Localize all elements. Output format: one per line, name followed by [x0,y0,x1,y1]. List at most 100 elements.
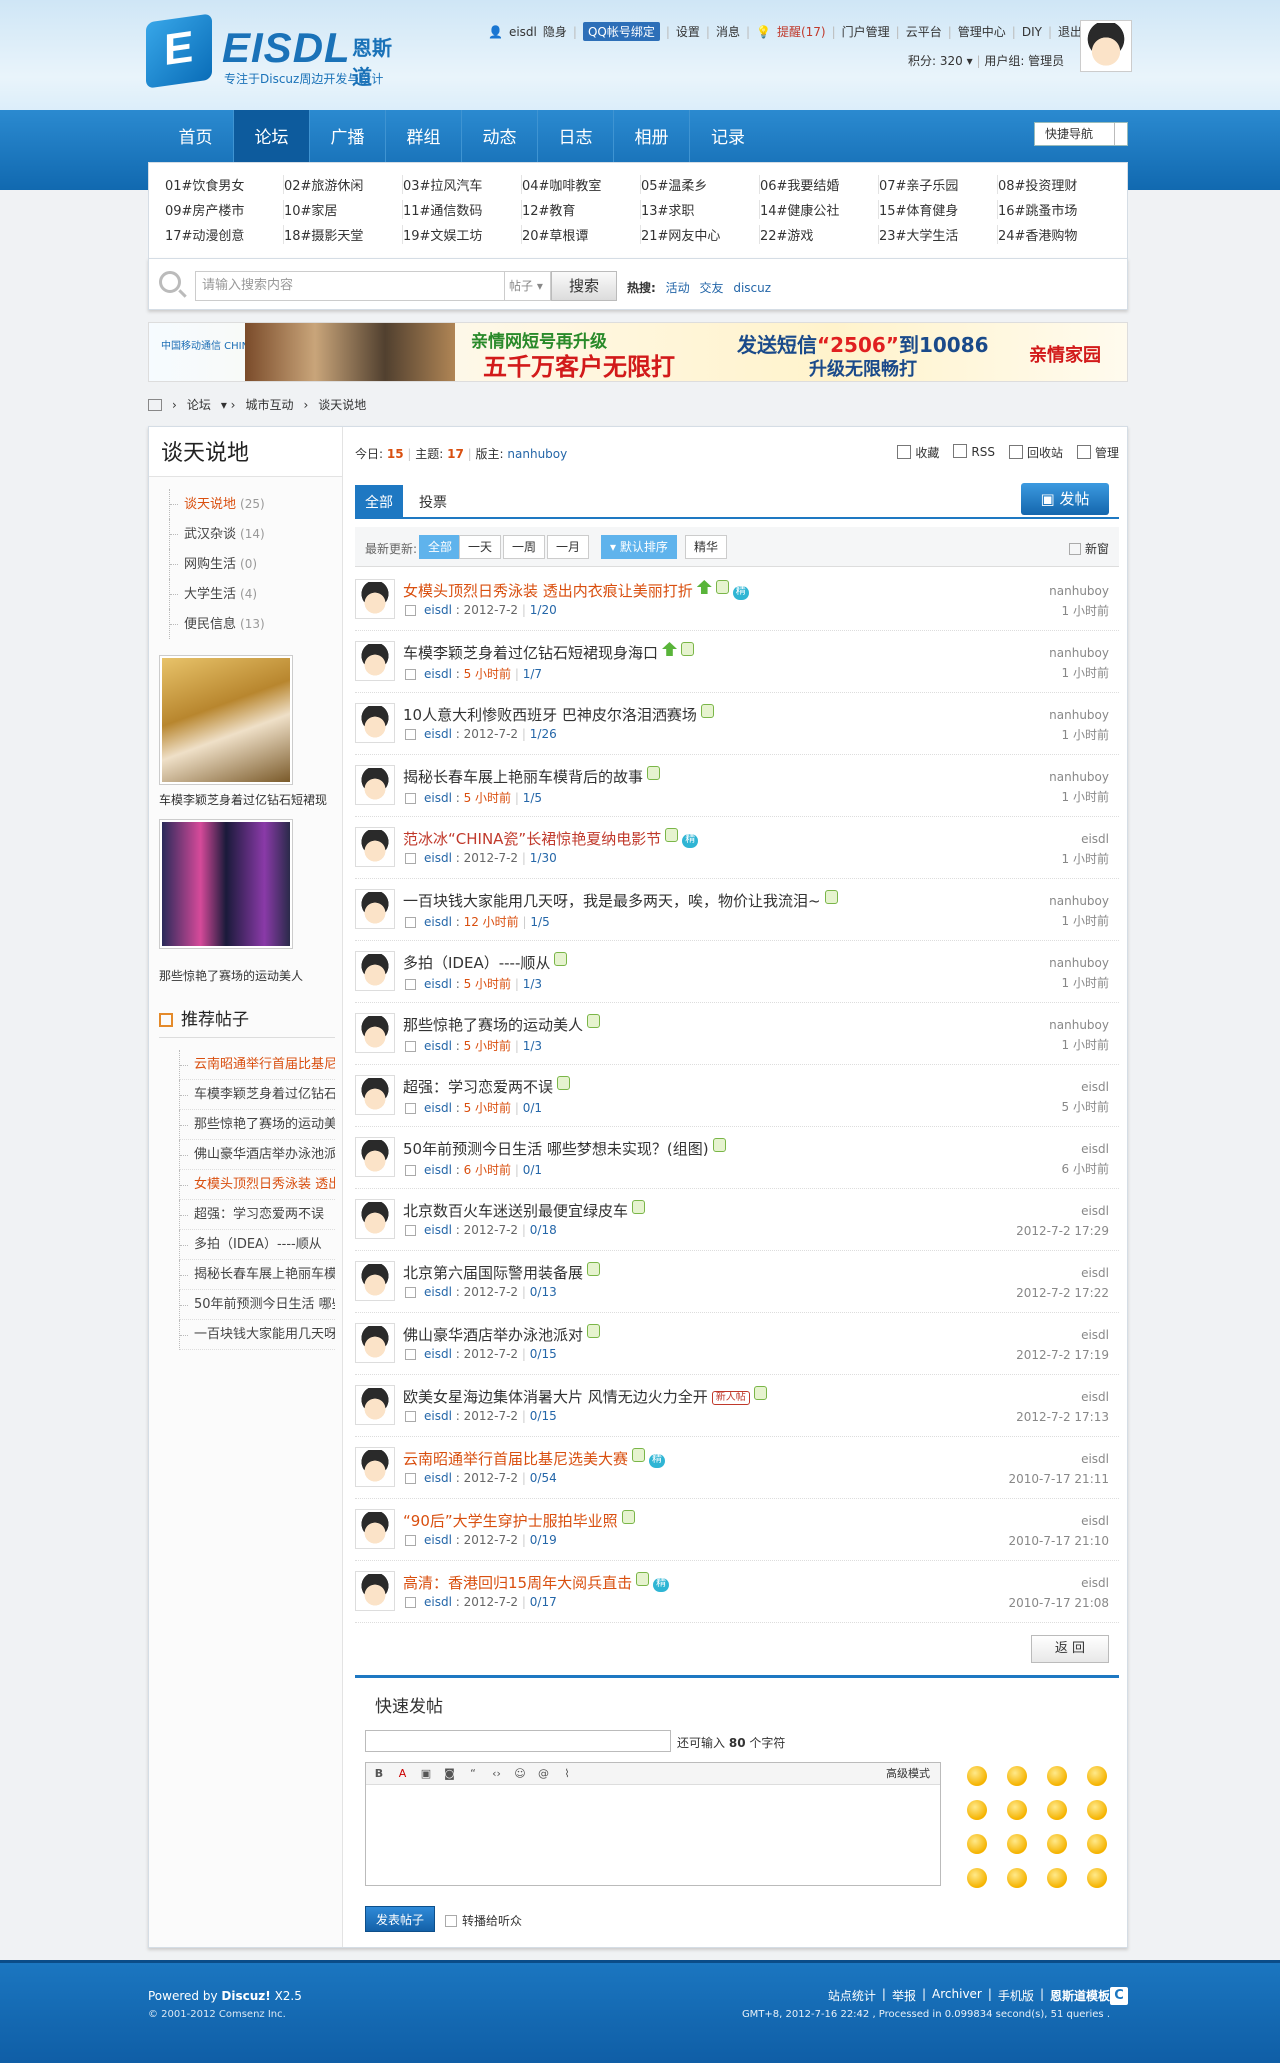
nav-item[interactable]: 动态 [462,110,538,162]
last-reply-user[interactable]: nanhuboy [1049,1015,1109,1035]
username-link[interactable]: eisdl [509,25,537,39]
search-input[interactable]: 请输入搜索内容 [195,271,505,301]
thread-title[interactable]: 女模头顶烈日秀泳装 透出内衣痕让美丽打折精 [403,580,749,601]
thread-author[interactable]: eisdl [424,1163,452,1177]
checkbox-icon[interactable] [405,1287,416,1298]
avatar[interactable] [355,1137,395,1177]
new-window-toggle[interactable]: 新窗 [1068,540,1109,557]
user-avatar[interactable] [1080,20,1132,72]
cloud-link[interactable]: 云平台 [906,23,942,40]
thread-title[interactable]: 50年前预测今日生活 哪些梦想未实现？(组图) [403,1138,726,1159]
smiley-icon[interactable] [1007,1766,1027,1786]
filter-all[interactable]: 全部 [419,535,462,559]
avatar[interactable] [355,1261,395,1301]
checkbox-icon[interactable] [405,1349,416,1360]
forum-grid-link[interactable]: 24#香港购物 [998,225,1117,244]
thread-title[interactable]: 一百块钱大家能用几天呀，我是最多两天，唉，物价让我流泪~ [403,890,838,911]
forum-grid-link[interactable]: 13#求职 [641,200,760,219]
smiley-icon[interactable] [1047,1834,1067,1854]
qq-bind-button[interactable]: QQ帐号绑定 [582,22,660,41]
recommended-item[interactable]: 50年前预测今日生活 哪些梦想 [179,1290,335,1320]
recommended-item[interactable]: 女模头顶烈日秀泳装 透出内衣 [179,1170,335,1200]
smiley-icon[interactable] [967,1766,987,1786]
avatar[interactable] [355,1385,395,1425]
forum-grid-link[interactable]: 07#亲子乐园 [879,175,998,194]
checkbox-icon[interactable] [405,1597,416,1608]
moderator-link[interactable]: nanhuboy [507,447,567,461]
font-color-icon[interactable]: A [396,1763,410,1785]
attachment-image-icon[interactable]: ◙ [443,1763,457,1785]
points-link[interactable]: 积分: 320 [908,54,963,68]
thread-author[interactable]: eisdl [424,1039,452,1053]
thread-title[interactable]: 那些惊艳了赛场的运动美人 [403,1014,601,1035]
footer-link[interactable]: 站点统计 [828,1987,876,2004]
avatar[interactable] [355,951,395,991]
tab-vote[interactable]: 投票 [409,485,457,519]
thread-title[interactable]: “90后”大学生穿护士服拍毕业照 [403,1510,635,1531]
smiley-icon[interactable] [1047,1868,1067,1888]
checkbox-icon[interactable] [405,1411,416,1422]
avatar[interactable] [355,1199,395,1239]
checkbox-icon[interactable] [405,729,416,740]
avatar[interactable] [355,765,395,805]
forum-grid-link[interactable]: 22#游戏 [760,225,879,244]
site-logo[interactable]: EISDL 恩斯道 专注于Discuz周边开发与设计 [146,13,406,89]
recommended-item[interactable]: 超强：学习恋爱两不误 [179,1200,335,1230]
footer-link[interactable]: 举报 [892,1987,916,2004]
last-reply-user[interactable]: eisdl [1016,1201,1109,1221]
advanced-mode-link[interactable]: 高级模式 [886,1763,930,1785]
forum-grid-link[interactable]: 01#饮食男女 [165,175,284,194]
thread-author[interactable]: eisdl [424,1347,452,1361]
smiley-icon[interactable] [967,1800,987,1820]
smiley-icon[interactable] [1007,1868,1027,1888]
messages-link[interactable]: 消息 [716,23,740,40]
nav-item[interactable]: 日志 [538,110,614,162]
last-reply-user[interactable]: eisdl [1016,1387,1109,1407]
image-icon[interactable]: ▣ [419,1763,433,1785]
recommended-item[interactable]: 车模李颖芝身着过亿钻石短裙 [179,1080,335,1110]
avatar[interactable] [355,641,395,681]
recycle-button[interactable]: 回收站 [1009,444,1063,461]
checkbox-icon[interactable] [405,669,416,680]
sidebar-image[interactable] [159,819,293,949]
thread-author[interactable]: eisdl [424,1101,452,1115]
smiley-icon[interactable] [1047,1766,1067,1786]
avatar[interactable] [355,1509,395,1549]
sidebar-image-caption[interactable]: 车模李颖芝身着过亿钻石短裙现 [159,791,327,808]
quote-icon[interactable]: “ [466,1763,480,1785]
avatar[interactable] [355,703,395,743]
bold-icon[interactable]: B [372,1763,386,1785]
thread-author[interactable]: eisdl [424,1533,452,1547]
forum-grid-link[interactable]: 23#大学生活 [879,225,998,244]
hot-search-link[interactable]: 活动 [666,281,690,295]
forum-grid-link[interactable]: 12#教育 [522,200,641,219]
thread-author[interactable]: eisdl [424,851,452,865]
forum-grid-link[interactable]: 06#我要结婚 [760,175,879,194]
code-icon[interactable]: ‹› [490,1763,504,1785]
last-reply-user[interactable]: eisdl [1009,1511,1109,1531]
filter-week[interactable]: 一周 [503,535,546,559]
attach-icon[interactable]: ⌇ [560,1763,574,1785]
sidebar-image-caption[interactable]: 那些惊艳了赛场的运动美人 [159,967,303,984]
thread-author[interactable]: eisdl [424,1595,452,1609]
thread-title[interactable]: 揭秘长春车展上艳丽车模背后的故事 [403,766,661,787]
subforum-item[interactable]: 武汉杂谈 (14) [169,519,342,549]
thread-title[interactable]: 佛山豪华酒店举办泳池派对 [403,1324,601,1345]
thread-title[interactable]: 超强：学习恋爱两不误 [403,1076,571,1097]
smiley-icon[interactable] [1047,1800,1067,1820]
forum-grid-link[interactable]: 11#通信数码 [403,200,522,219]
subject-input[interactable] [365,1730,671,1752]
quick-nav-dropdown[interactable]: 快捷导航 [1034,122,1128,146]
sort-dropdown[interactable]: ▾ 默认排序 [601,535,677,559]
subforum-item[interactable]: 便民信息 (13) [169,609,342,639]
avatar[interactable] [355,1075,395,1115]
checkbox-icon[interactable] [405,917,416,928]
new-post-button[interactable]: ▣ 发帖 [1021,483,1109,515]
discuz-link[interactable]: Discuz! [221,1989,270,2003]
forum-grid-link[interactable]: 04#咖啡教室 [522,175,641,194]
forum-grid-link[interactable]: 16#跳蚤市场 [998,200,1117,219]
thread-title[interactable]: 高清：香港回归15周年大阅兵直击精 [403,1572,670,1593]
nav-item[interactable]: 广播 [310,110,386,162]
smiley-icon[interactable] [967,1834,987,1854]
smiley-icon[interactable]: ☺ [513,1763,527,1785]
